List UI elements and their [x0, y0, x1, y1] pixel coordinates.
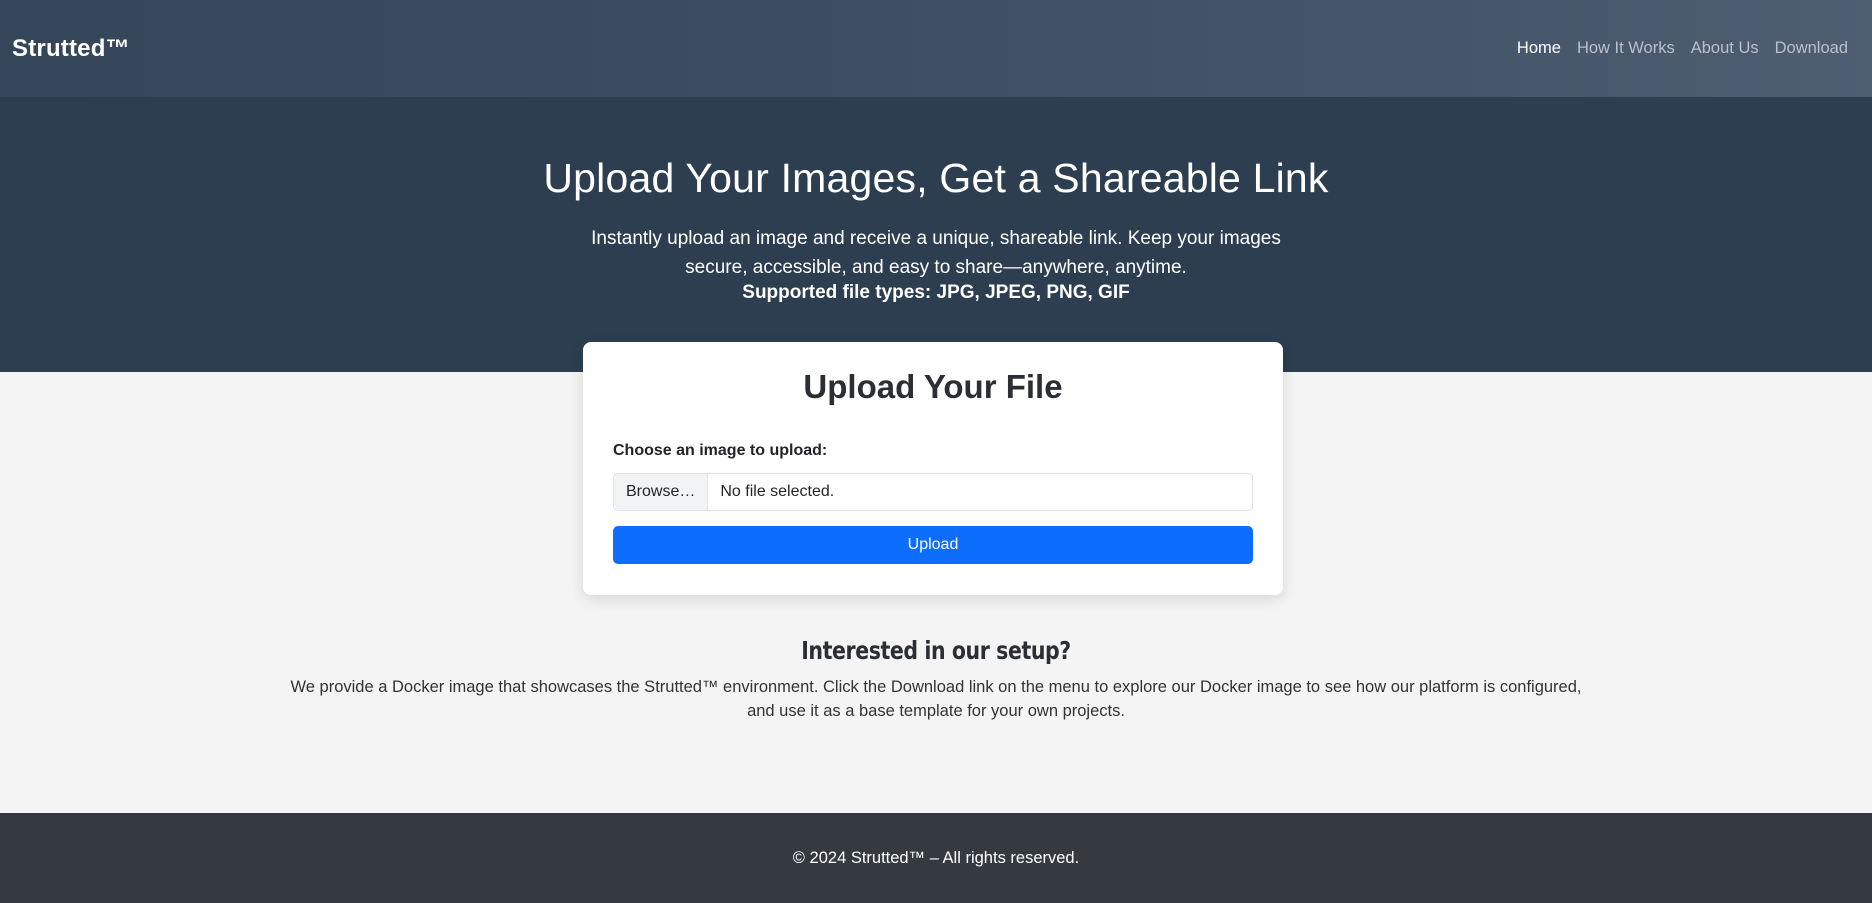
nav-link-home[interactable]: Home: [1517, 39, 1561, 58]
nav-link-how-it-works[interactable]: How It Works: [1577, 39, 1675, 58]
nav-links: Home How It Works About Us Download: [1517, 39, 1848, 58]
upload-card: Upload Your File Choose an image to uplo…: [583, 342, 1283, 595]
navbar: Strutted™ Home How It Works About Us Dow…: [0, 0, 1872, 97]
setup-description: We provide a Docker image that showcases…: [290, 678, 1582, 720]
nav-link-about-us[interactable]: About Us: [1691, 39, 1759, 58]
hero-description: Instantly upload an image and receive a …: [591, 228, 1281, 278]
file-input-label: Choose an image to upload:: [613, 442, 828, 459]
footer-copyright: © 2024 Strutted™ – All rights reserved.: [792, 848, 1080, 867]
upload-card-title: Upload Your File: [803, 368, 1063, 405]
browse-button[interactable]: Browse…: [614, 474, 709, 510]
supported-file-types: Supported file types: JPG, JPEG, PNG, GI…: [742, 282, 1130, 303]
setup-title: Interested in our setup?: [801, 636, 1071, 665]
file-status-text: No file selected.: [720, 483, 835, 500]
upload-button[interactable]: Upload: [613, 526, 1253, 564]
hero-title: Upload Your Images, Get a Shareable Link: [543, 155, 1329, 201]
hero-section: Upload Your Images, Get a Shareable Link…: [0, 97, 1872, 372]
file-input[interactable]: Browse… No file selected.: [613, 473, 1253, 511]
brand-logo[interactable]: Strutted™: [12, 35, 130, 63]
footer: © 2024 Strutted™ – All rights reserved.: [0, 813, 1872, 903]
nav-link-download[interactable]: Download: [1775, 39, 1848, 58]
